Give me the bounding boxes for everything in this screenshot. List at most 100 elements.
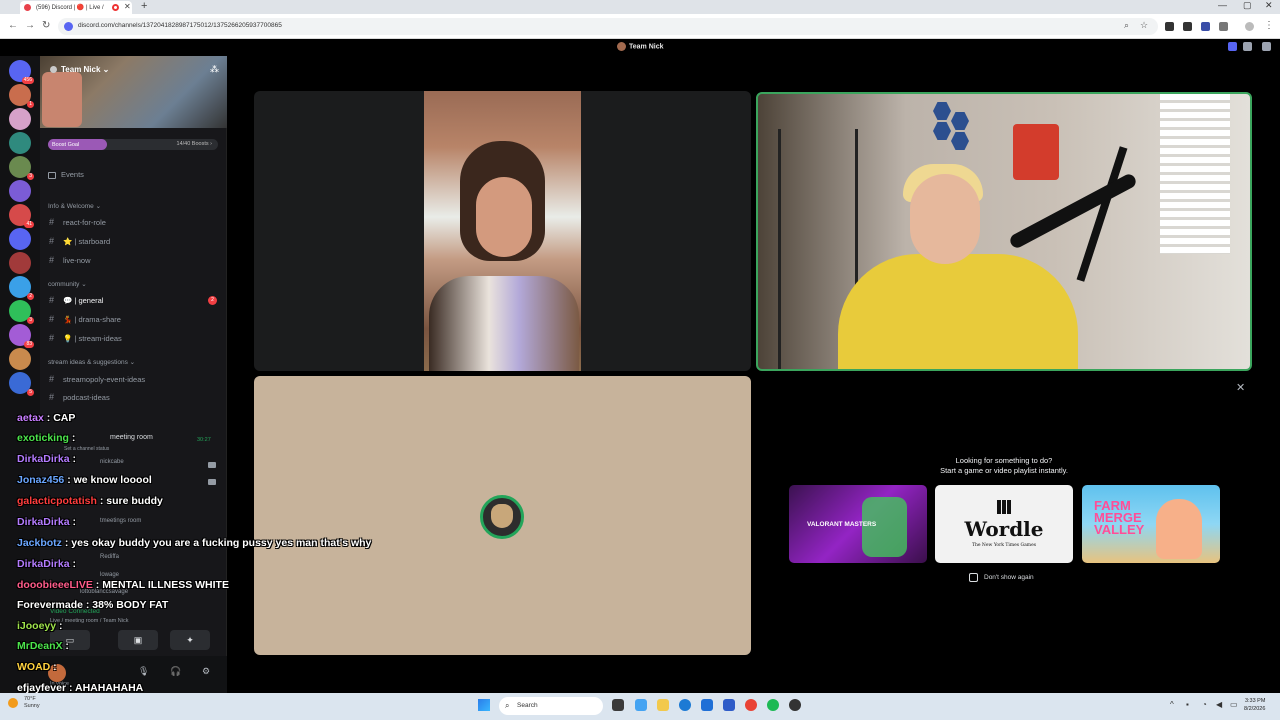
server-icon[interactable]: 3	[9, 300, 34, 324]
channel-starboard[interactable]: # ⭐ | starboard	[49, 236, 110, 246]
dont-show-again-checkbox[interactable]: Don't show again	[969, 573, 1034, 582]
boost-goal-bar[interactable]: Boost Goal 14/40 Boosts ›	[48, 139, 218, 150]
chat-overlay: aetax : CAP exoticking : DirkaDirka : Jon…	[0, 410, 380, 696]
close-activity-panel-icon[interactable]: ✕	[1236, 381, 1245, 394]
server-banner[interactable]: Team Nick ⌄ ⁂	[40, 56, 227, 128]
channel-live-now[interactable]: # live-now	[49, 255, 91, 265]
category-community[interactable]: community ⌄	[48, 280, 87, 288]
server-icon[interactable]: 41	[9, 204, 34, 228]
mail-icon[interactable]	[723, 699, 735, 711]
chat-message: Jonaz456 : we know looool	[17, 474, 152, 486]
activity-card-farm-merge-valley[interactable]: FARM MERGE VALLEY	[1082, 485, 1220, 563]
channel-podcast-ideas[interactable]: # podcast-ideas	[49, 392, 110, 402]
server-icon[interactable]: 83	[9, 324, 34, 348]
channel-react-for-role[interactable]: # react-for-role	[49, 217, 106, 227]
chat-text: CAP	[53, 412, 76, 424]
spotify-icon[interactable]	[767, 699, 779, 711]
invite-people-icon[interactable]: ⁂	[210, 64, 219, 75]
category-info-welcome[interactable]: Info & Welcome ⌄	[48, 202, 101, 210]
chat-username: dooobieeeLIVE	[17, 579, 93, 591]
chat-message: WOAD :	[17, 661, 57, 673]
obs-icon[interactable]	[789, 699, 801, 711]
calendar-icon	[48, 171, 56, 179]
unread-badge: 1	[27, 101, 34, 108]
weather-icon[interactable]	[8, 698, 18, 708]
server-icon[interactable]	[9, 228, 31, 250]
file-explorer-icon[interactable]	[657, 699, 669, 711]
taskbar-search[interactable]: ⌕ Search	[499, 697, 603, 715]
chat-text: MENTAL ILLNESS WHITE	[102, 579, 229, 591]
server-icon[interactable]	[9, 132, 31, 154]
tray-app-icon[interactable]: ▪	[1186, 700, 1189, 709]
chrome-icon[interactable]	[745, 699, 757, 711]
chat-text: sure buddy	[106, 495, 163, 507]
chat-username: aetax	[17, 412, 44, 424]
video-tile-participant[interactable]	[254, 91, 751, 371]
screen-icon[interactable]	[1243, 42, 1252, 51]
inbox-icon[interactable]	[1228, 42, 1237, 51]
browser-menu-icon[interactable]: ⋮	[1264, 20, 1274, 31]
chat-message: Jackbotz : yes okay buddy you are a fuck…	[17, 537, 372, 549]
server-icon[interactable]: 2	[9, 276, 34, 300]
server-icon[interactable]: 1	[9, 84, 34, 108]
weather-widget[interactable]: 70°F Sunny	[24, 696, 40, 710]
recording-icon	[112, 4, 119, 11]
server-name[interactable]: Team Nick ⌄	[50, 65, 109, 74]
help-icon[interactable]	[1262, 42, 1271, 51]
minimize-icon[interactable]: —	[1218, 0, 1227, 10]
taskbar-clock[interactable]: 3:33 PM 8/2/2026	[1244, 697, 1265, 713]
server-icon[interactable]	[9, 108, 31, 130]
profile-avatar-icon[interactable]	[1245, 22, 1254, 31]
back-icon[interactable]: ←	[8, 20, 18, 31]
boost-goal-label: Boost Goal	[48, 139, 107, 150]
site-info-icon[interactable]	[64, 22, 73, 31]
task-view-icon[interactable]	[612, 699, 624, 711]
reload-icon[interactable]: ↻	[42, 20, 50, 31]
battery-icon[interactable]: ▭	[1230, 700, 1238, 709]
channel-streamopoly-event-ideas[interactable]: # streamopoly-event-ideas	[49, 374, 145, 384]
extensions-puzzle-icon[interactable]	[1219, 22, 1228, 31]
channel-stream-ideas[interactable]: # 💡 | stream-ideas	[49, 333, 122, 343]
chat-message: DirkaDirka :	[17, 516, 76, 528]
server-icon[interactable]: 456	[9, 60, 34, 84]
chat-username: Jackbotz	[17, 537, 62, 549]
zoom-icon[interactable]: ⌕	[1124, 20, 1129, 31]
tray-chevron-icon[interactable]: ^	[1170, 700, 1174, 709]
wifi-icon[interactable]: ◔	[1202, 700, 1207, 709]
forward-icon[interactable]: →	[25, 20, 35, 31]
extension-icon[interactable]	[1201, 22, 1210, 31]
chat-message: dooobieeeLIVE : MENTAL ILLNESS WHITE	[17, 579, 229, 591]
server-icon	[617, 42, 626, 51]
channel-drama-share[interactable]: # 💃 | drama-share	[49, 314, 121, 324]
server-icon[interactable]	[9, 252, 31, 274]
events-link[interactable]: Events	[48, 170, 84, 179]
activity-card-valorant[interactable]: VALORANT MASTERS	[789, 485, 927, 563]
chat-message: DirkaDirka :	[17, 558, 76, 570]
address-bar[interactable]: discord.com/channels/1372041828987175012…	[58, 18, 1158, 35]
server-icon[interactable]: 5	[9, 372, 34, 396]
video-tile-speaking[interactable]	[756, 92, 1252, 371]
server-icon[interactable]	[9, 348, 31, 370]
copilot-icon[interactable]	[635, 699, 647, 711]
browser-tab[interactable]: (596) Discord | 🔴 | Live / ✕	[20, 1, 132, 14]
banner-image	[42, 72, 82, 127]
server-icon[interactable]	[9, 180, 31, 202]
activity-card-wordle[interactable]: Wordle The New York Times Games	[935, 485, 1073, 563]
channel-general[interactable]: # 💬 | general	[49, 295, 103, 305]
participant-video	[424, 91, 581, 371]
chat-message: MrDeanX :	[17, 640, 69, 652]
maximize-icon[interactable]: ▢	[1243, 0, 1252, 11]
close-window-icon[interactable]: ✕	[1265, 0, 1273, 11]
bookmark-star-icon[interactable]: ☆	[1140, 20, 1148, 31]
close-tab-icon[interactable]: ✕	[124, 2, 131, 11]
store-icon[interactable]	[701, 699, 713, 711]
new-tab-button[interactable]: +	[141, 0, 147, 12]
server-icon[interactable]: 3	[9, 156, 34, 180]
volume-icon[interactable]: ◀	[1216, 700, 1222, 709]
edge-icon[interactable]	[679, 699, 691, 711]
start-button[interactable]	[478, 699, 490, 711]
chat-username: exoticking	[17, 432, 69, 444]
extension-icon[interactable]	[1165, 22, 1174, 31]
extension-icon[interactable]	[1183, 22, 1192, 31]
category-stream-ideas[interactable]: stream ideas & suggestions ⌄	[48, 358, 135, 366]
